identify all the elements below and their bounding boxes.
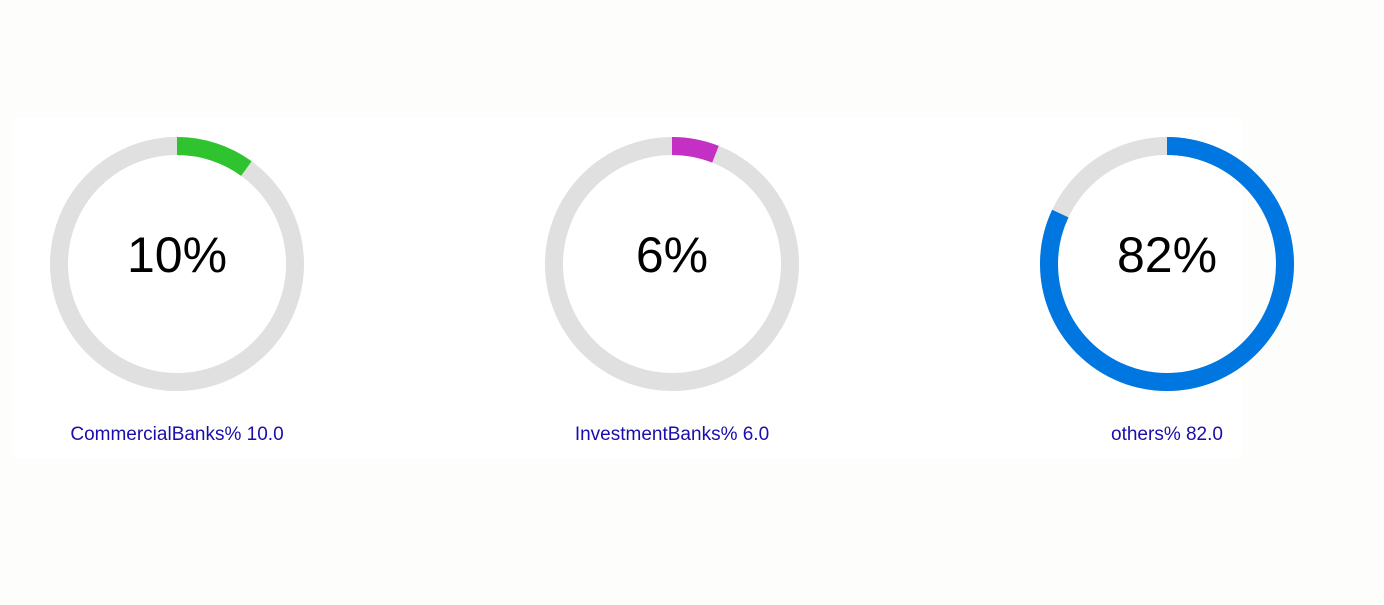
gauge-others: 82% others% 82.0	[1002, 118, 1332, 458]
gauge-label: CommercialBanks% 10.0	[70, 424, 284, 445]
gauge-value-text: 10%	[126, 227, 228, 283]
gauge-panel: 10% CommercialBanks% 10.0 6% InvestmentB…	[12, 118, 1294, 458]
gauge-investment-banks: 6% InvestmentBanks% 6.0	[507, 118, 837, 458]
gauge-label: others% 82.0	[1111, 424, 1223, 445]
gauge-label: InvestmentBanks% 6.0	[574, 424, 770, 445]
gauge-value-text: 82%	[1116, 227, 1218, 283]
gauge-value-text: 6%	[635, 227, 709, 283]
gauge-commercial-banks: 10% CommercialBanks% 10.0	[12, 118, 342, 458]
